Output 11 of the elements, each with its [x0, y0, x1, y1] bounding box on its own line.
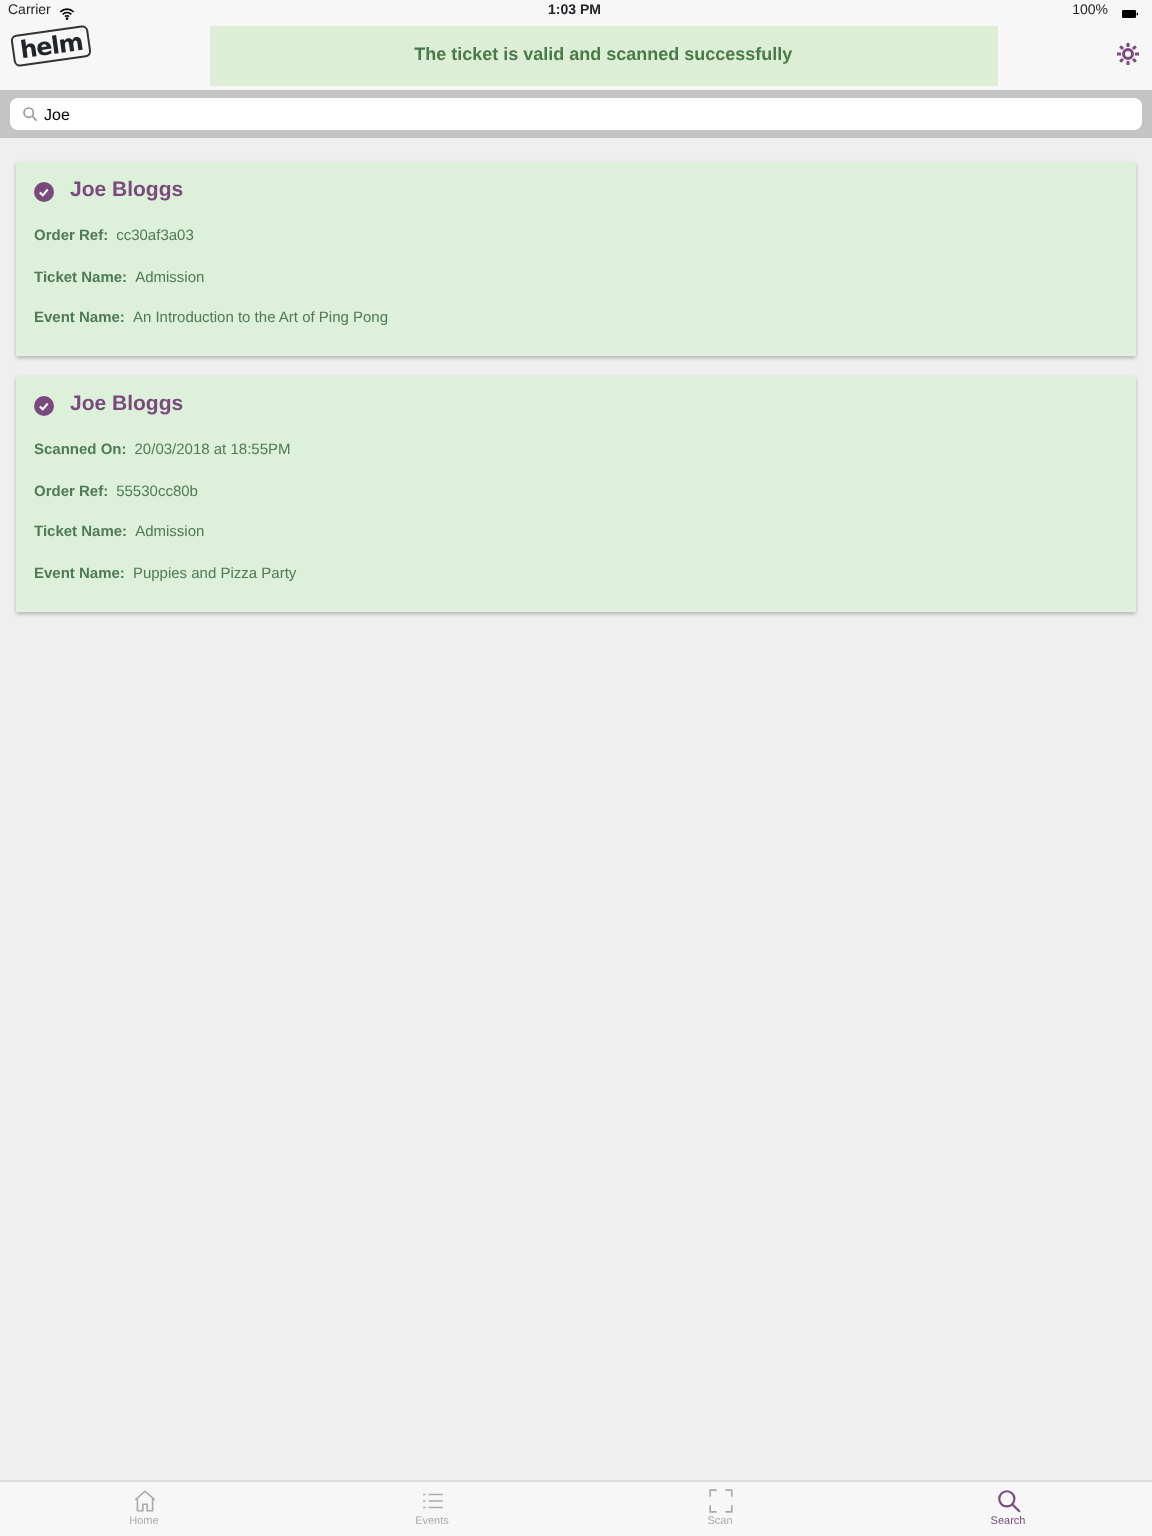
settings-icon[interactable] [1116, 42, 1140, 66]
attendee-name: Joe Bloggs [70, 176, 184, 206]
success-message: The ticket is valid and scanned successfully [209, 26, 998, 86]
search-icon [995, 1487, 1021, 1514]
home-icon [131, 1487, 157, 1514]
logo: helm [10, 24, 93, 68]
search-field[interactable]: Joe [10, 98, 1142, 130]
attendee-name: Joe Bloggs [70, 390, 184, 420]
wifi-icon [58, 5, 77, 21]
scan-icon [707, 1487, 733, 1514]
search-icon [22, 106, 38, 122]
